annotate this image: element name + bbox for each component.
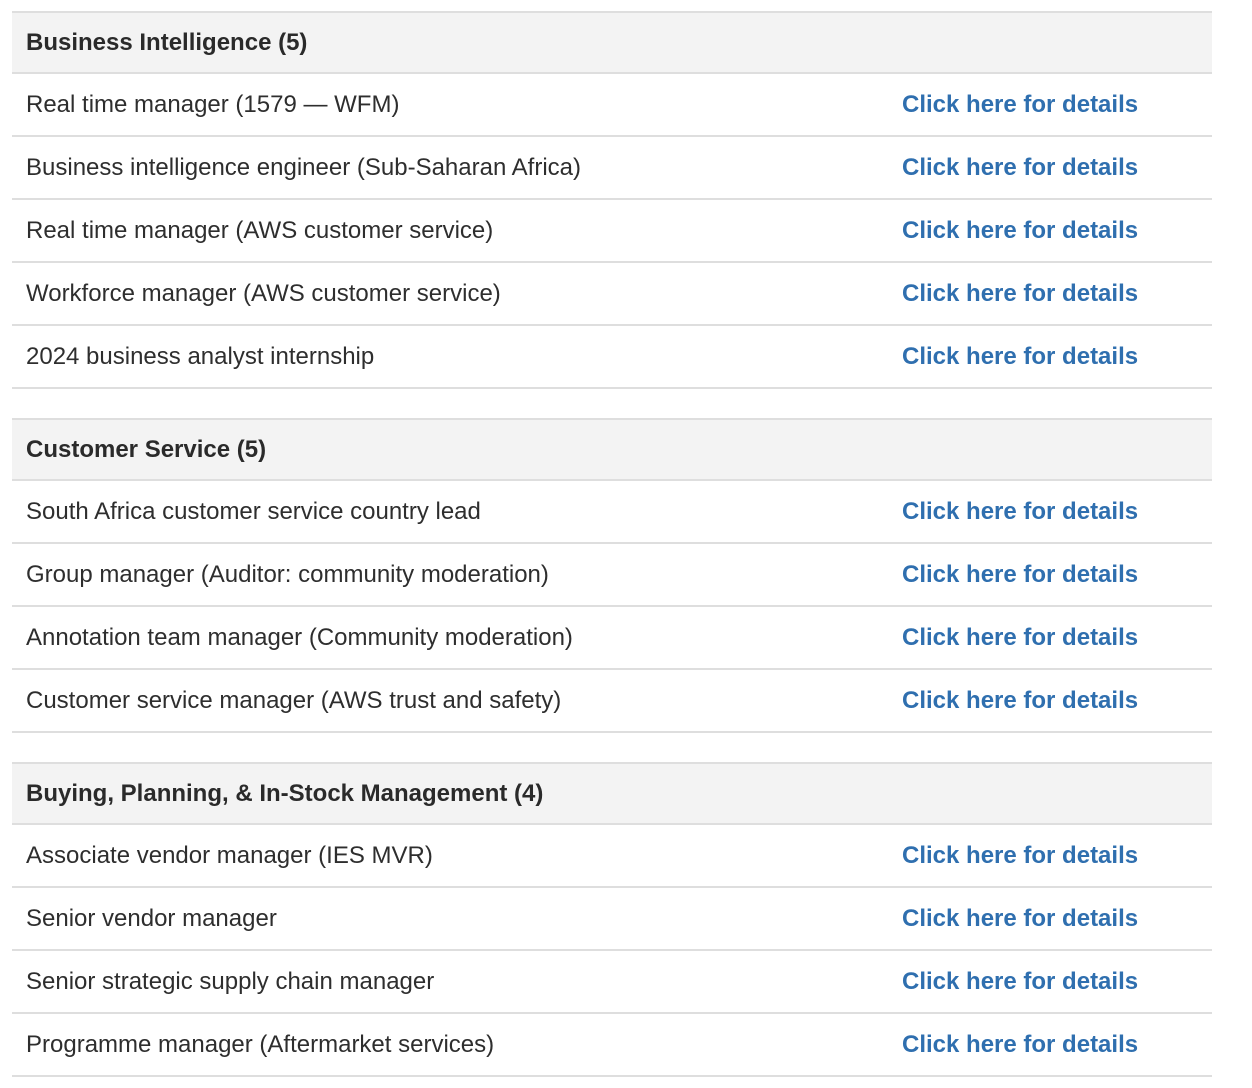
details-link[interactable]: Click here for details: [902, 91, 1138, 119]
group-customer-service: Customer Service (5) South Africa custom…: [12, 418, 1212, 733]
details-link[interactable]: Click here for details: [902, 1031, 1138, 1059]
group-business-intelligence: Business Intelligence (5) Real time mana…: [12, 11, 1212, 389]
table-row: Real time manager (1579 — WFM) Click her…: [12, 74, 1212, 137]
group-header: Customer Service (5): [12, 418, 1212, 481]
group-header: Buying, Planning, & In-Stock Management …: [12, 762, 1212, 825]
details-link[interactable]: Click here for details: [902, 687, 1138, 715]
group-buying-planning: Buying, Planning, & In-Stock Management …: [12, 762, 1212, 1077]
details-link[interactable]: Click here for details: [902, 842, 1138, 870]
table-row: Senior strategic supply chain manager Cl…: [12, 951, 1212, 1014]
table-row: Customer service manager (AWS trust and …: [12, 670, 1212, 733]
table-row: South Africa customer service country le…: [12, 481, 1212, 544]
table-row: Group manager (Auditor: community modera…: [12, 544, 1212, 607]
details-link[interactable]: Click here for details: [902, 561, 1138, 589]
details-link[interactable]: Click here for details: [902, 154, 1138, 182]
table-row: Real time manager (AWS customer service)…: [12, 200, 1212, 263]
job-listings: Business Intelligence (5) Real time mana…: [0, 0, 1252, 1077]
table-row: Associate vendor manager (IES MVR) Click…: [12, 825, 1212, 888]
table-row: Senior vendor manager Click here for det…: [12, 888, 1212, 951]
table-row: Annotation team manager (Community moder…: [12, 607, 1212, 670]
group-header: Business Intelligence (5): [12, 11, 1212, 74]
table-row: Workforce manager (AWS customer service)…: [12, 263, 1212, 326]
table-row: 2024 business analyst internship Click h…: [12, 326, 1212, 389]
details-link[interactable]: Click here for details: [902, 343, 1138, 371]
details-link[interactable]: Click here for details: [902, 968, 1138, 996]
details-link[interactable]: Click here for details: [902, 280, 1138, 308]
table-row: Programme manager (Aftermarket services)…: [12, 1014, 1212, 1077]
details-link[interactable]: Click here for details: [902, 498, 1138, 526]
table-row: Business intelligence engineer (Sub-Saha…: [12, 137, 1212, 200]
details-link[interactable]: Click here for details: [902, 217, 1138, 245]
details-link[interactable]: Click here for details: [902, 905, 1138, 933]
details-link[interactable]: Click here for details: [902, 624, 1138, 652]
